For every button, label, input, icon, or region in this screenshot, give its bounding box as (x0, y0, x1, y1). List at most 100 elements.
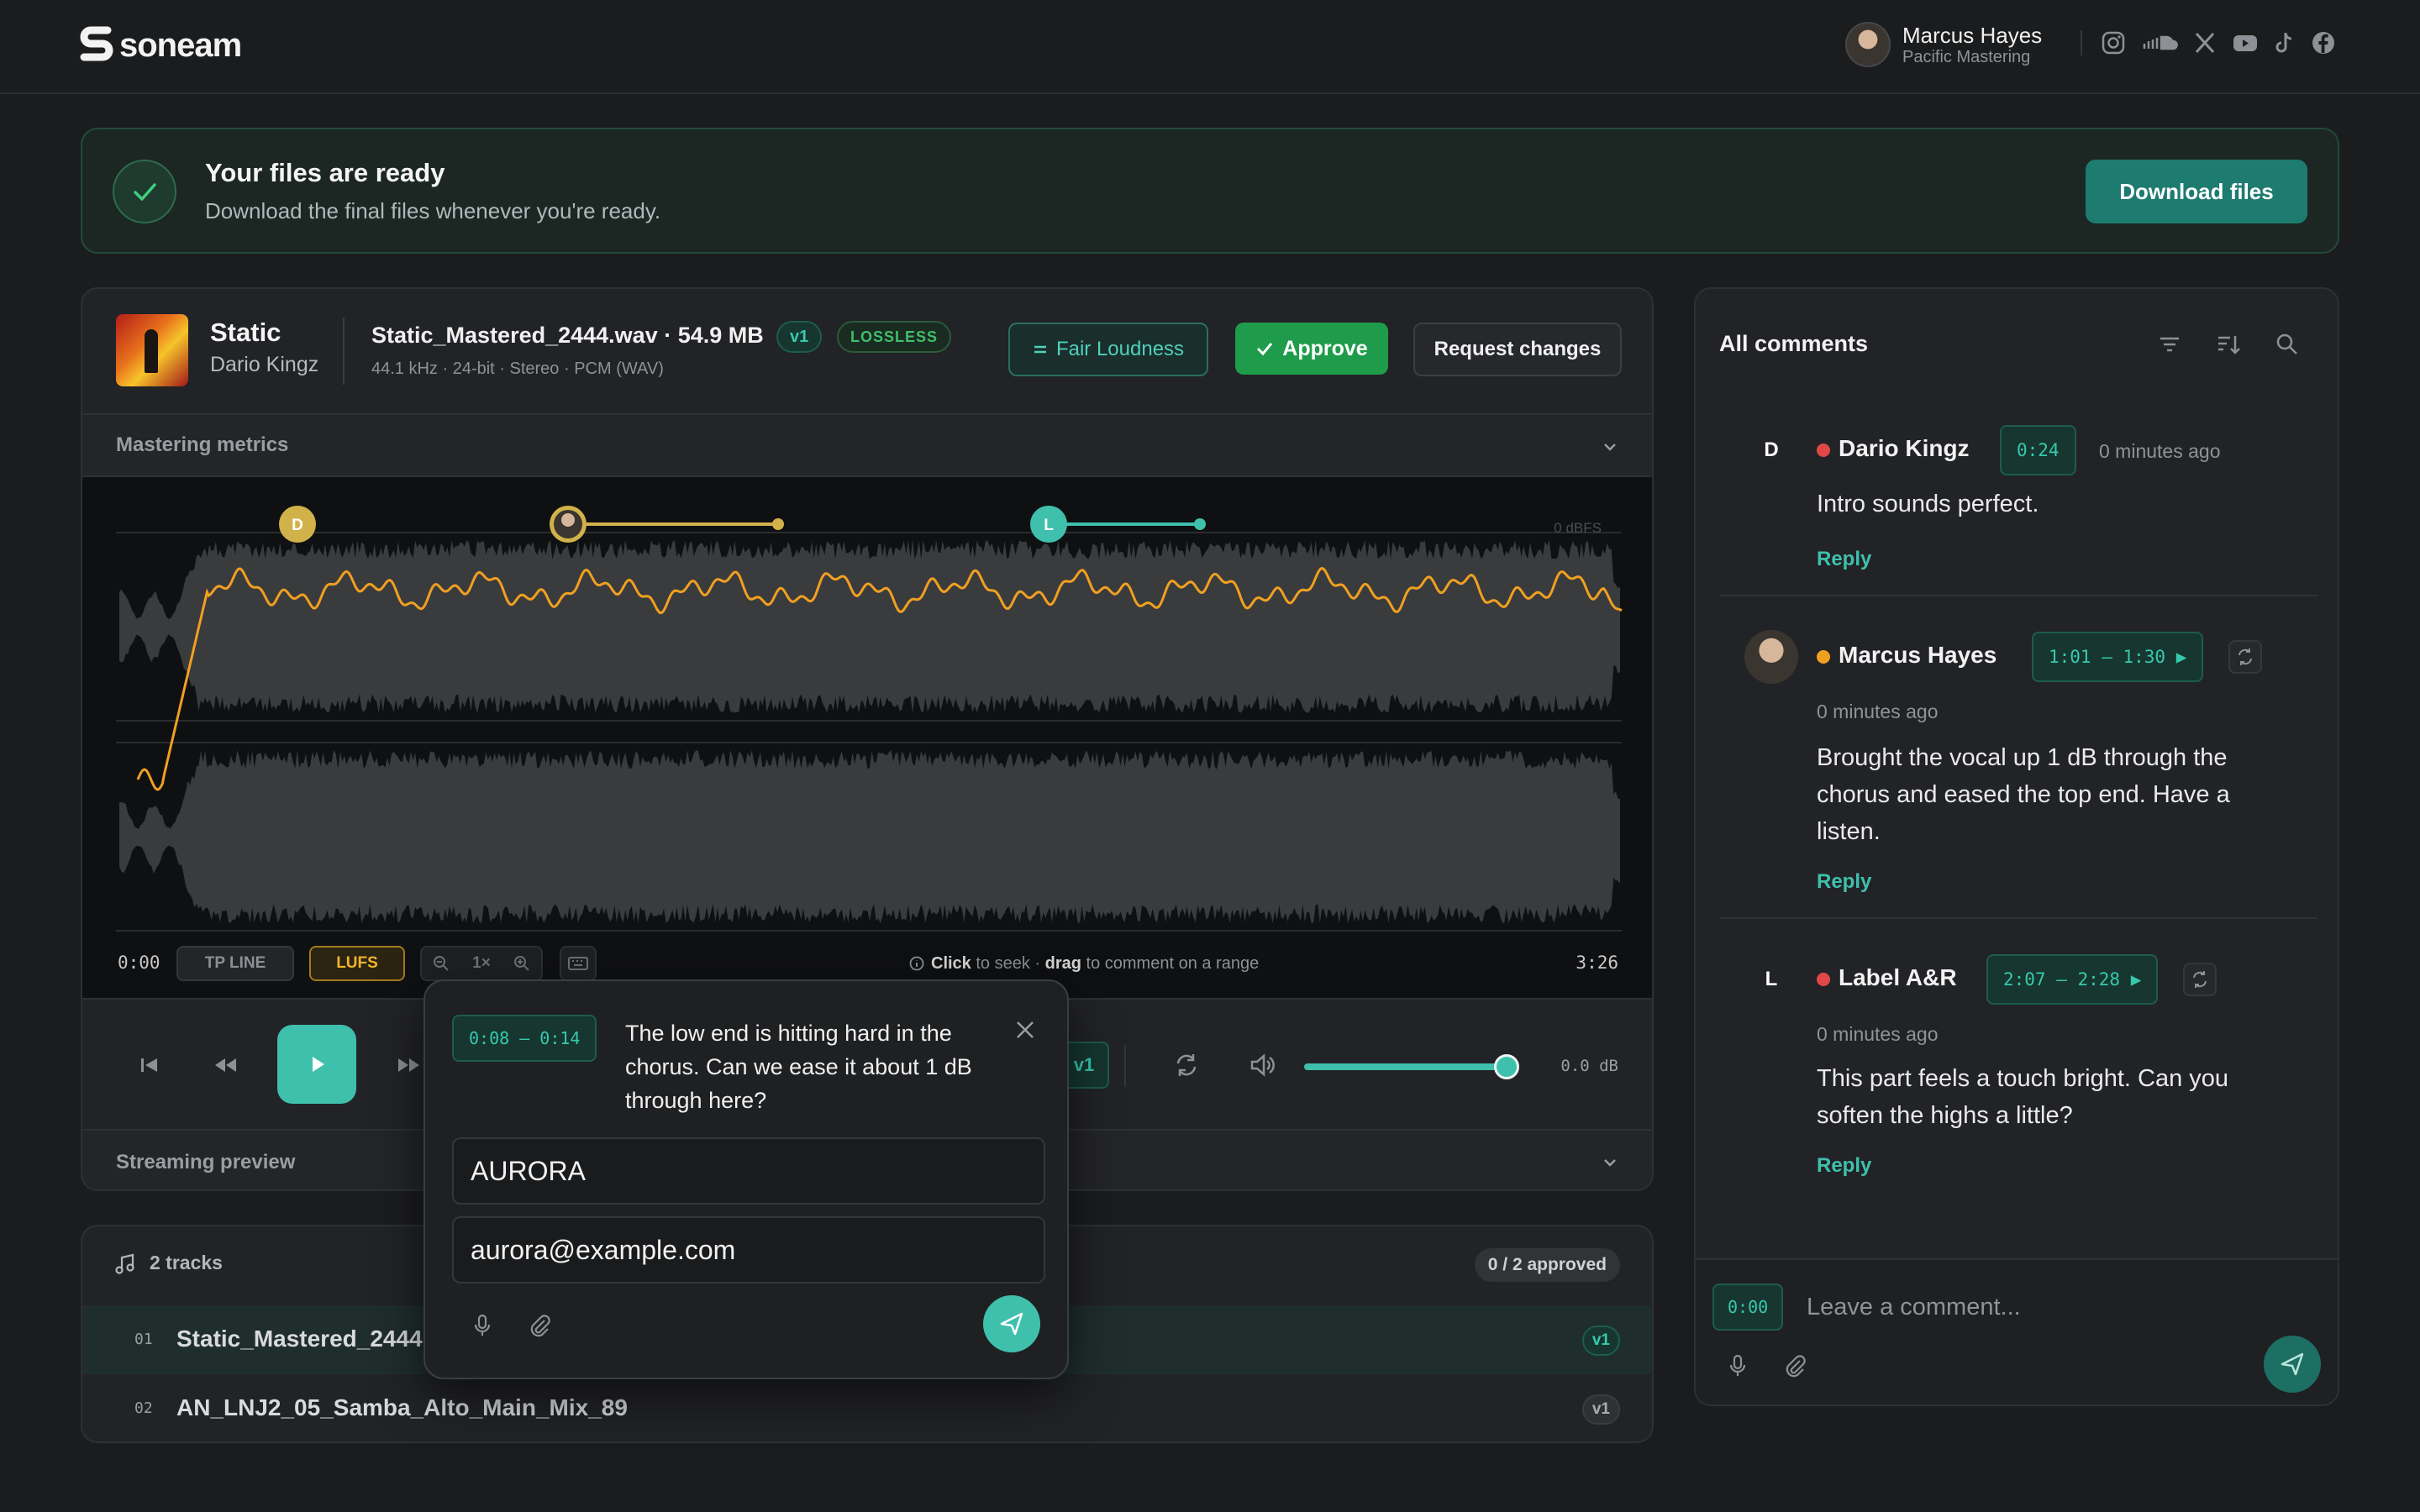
search-icon[interactable] (2272, 329, 2302, 360)
hint-click: Click (931, 954, 971, 973)
name-field[interactable] (452, 1137, 1045, 1205)
instagram-icon[interactable] (2101, 30, 2126, 55)
comment-range-time[interactable]: 0:08 – 0:14 (452, 1015, 597, 1062)
check-icon (1257, 343, 1273, 356)
hint-drag: drag (1044, 954, 1081, 973)
filter-icon[interactable] (2154, 329, 2185, 360)
send-comment-button[interactable] (2264, 1336, 2321, 1393)
range-end-handle[interactable] (1194, 518, 1206, 530)
comment-marker-marcus[interactable] (550, 506, 587, 543)
comment-marker-d[interactable]: D (279, 506, 316, 543)
skip-back-icon[interactable] (133, 1048, 166, 1082)
brand-name: soneam (119, 26, 242, 64)
comment-timestamp[interactable]: 1:01 – 1:30 ▶ (2032, 632, 2204, 682)
fair-loudness-button[interactable]: Fair Loudness (1008, 323, 1208, 376)
equals-icon (1034, 345, 1046, 354)
comment-age: 0 minutes ago (1817, 701, 1939, 722)
banner-subtitle: Download the final files whenever you're… (205, 198, 661, 223)
chevron-down-icon (1604, 1159, 1616, 1167)
logo-mark-icon (80, 26, 113, 61)
waveform-right-channel (119, 750, 1620, 923)
mastering-metrics-label: Mastering metrics (116, 433, 289, 456)
comment-author: Dario Kingz (1839, 435, 1970, 461)
zoom-in-icon[interactable] (513, 955, 530, 972)
album-cover (116, 314, 188, 386)
user-profile[interactable]: Marcus Hayes Pacific Mastering (1845, 22, 2042, 67)
loop-range-button[interactable] (2228, 640, 2262, 674)
track-version: v1 (1581, 1326, 1620, 1356)
paperclip-icon[interactable] (526, 1312, 553, 1339)
comment-body: This part feels a touch bright. Can you … (1817, 1065, 2229, 1129)
tiktok-icon[interactable] (2274, 30, 2296, 55)
loop-icon (2193, 971, 2207, 988)
x-icon[interactable] (2193, 30, 2217, 55)
rewind-icon[interactable] (208, 1048, 242, 1082)
close-icon[interactable] (1010, 1015, 1040, 1045)
lufs-toggle[interactable]: LUFS (309, 946, 405, 981)
comment-text: The low end is hitting hard in the choru… (625, 1021, 972, 1113)
reply-button[interactable]: Reply (1817, 1154, 1871, 1178)
volume-icon[interactable] (1245, 1048, 1279, 1082)
loop-icon[interactable] (1170, 1048, 1203, 1082)
volume-slider[interactable] (1304, 1063, 1506, 1070)
comment-composer: 0:00 (1696, 1258, 2338, 1404)
social-links (2081, 30, 2336, 55)
sort-icon[interactable] (2213, 329, 2244, 360)
banner-title: Your files are ready (205, 158, 445, 187)
streaming-preview-label: Streaming preview (116, 1151, 296, 1173)
user-org: Pacific Mastering (1902, 48, 2031, 66)
comment-marker-l[interactable]: L (1030, 506, 1067, 543)
version-badge[interactable]: v1 (776, 321, 823, 353)
logo[interactable]: soneam (79, 25, 242, 66)
reply-button[interactable]: Reply (1817, 548, 1871, 571)
fast-forward-icon[interactable] (392, 1048, 425, 1082)
comments-title: All comments (1719, 331, 1869, 356)
approved-count: 0 / 2 approved (1474, 1248, 1620, 1282)
email-field[interactable] (452, 1216, 1045, 1284)
zoom-level: 1× (472, 954, 491, 972)
mastering-metrics-toggle[interactable]: Mastering metrics (82, 413, 1652, 477)
comment-item: D Dario Kingz 0:24 0 minutes ago Intro s… (1719, 393, 2317, 596)
keyboard-shortcuts-button[interactable] (560, 946, 597, 981)
lufs-label: LUFS (336, 954, 378, 972)
comment-author: Label A&R (1839, 964, 1957, 990)
volume-slider-handle[interactable] (1494, 1054, 1519, 1079)
avatar (1845, 22, 1891, 67)
time-end: 3:26 (1576, 953, 1618, 973)
comment-timestamp[interactable]: 2:07 – 2:28 ▶ (1986, 954, 2159, 1005)
music-note-icon (115, 1253, 134, 1274)
status-dot (1817, 444, 1830, 457)
waveform[interactable]: 0 dBFS L R D L (82, 477, 1652, 998)
track-title: Static (210, 318, 281, 347)
microphone-icon[interactable] (1724, 1352, 1751, 1379)
send-button[interactable] (983, 1295, 1040, 1352)
soundcloud-icon[interactable] (2141, 30, 2178, 55)
chevron-down-icon (1604, 444, 1616, 451)
reply-button[interactable]: Reply (1817, 870, 1871, 894)
user-name: Marcus Hayes (1902, 23, 2043, 48)
comment-item: Marcus Hayes 1:01 – 1:30 ▶ 0 minutes ago… (1719, 596, 2317, 919)
loop-range-button[interactable] (2183, 963, 2217, 996)
range-end-handle[interactable] (772, 518, 784, 530)
comment-timestamp[interactable]: 0:24 (2000, 425, 2076, 475)
request-changes-button[interactable]: Request changes (1413, 323, 1622, 376)
tp-line-toggle[interactable]: TP LINE (176, 946, 294, 981)
waveform-left-channel (119, 540, 1620, 713)
composer-timestamp[interactable]: 0:00 (1712, 1284, 1784, 1331)
youtube-icon[interactable] (2232, 30, 2259, 55)
facebook-icon[interactable] (2311, 30, 2336, 55)
tracks-count: 2 tracks (150, 1252, 223, 1273)
loop-icon (2238, 648, 2252, 665)
paperclip-icon[interactable] (1781, 1352, 1808, 1379)
comment-input[interactable] (1807, 1284, 2294, 1331)
hint-mid: to seek · (971, 954, 1045, 973)
download-files-button[interactable]: Download files (2086, 160, 2307, 223)
play-button[interactable] (277, 1025, 356, 1104)
send-icon (2281, 1352, 2304, 1376)
track-row[interactable]: 02 AN_LNJ2_05_Samba_Alto_Main_Mix_89 v1 (82, 1374, 1652, 1441)
approve-button[interactable]: Approve (1235, 323, 1388, 375)
zoom-out-icon[interactable] (433, 955, 450, 972)
volume-db: 0.0 dB (1560, 1057, 1618, 1075)
microphone-icon[interactable] (469, 1312, 496, 1339)
waveform-canvas[interactable]: 0 dBFS L R D L (82, 477, 1654, 998)
